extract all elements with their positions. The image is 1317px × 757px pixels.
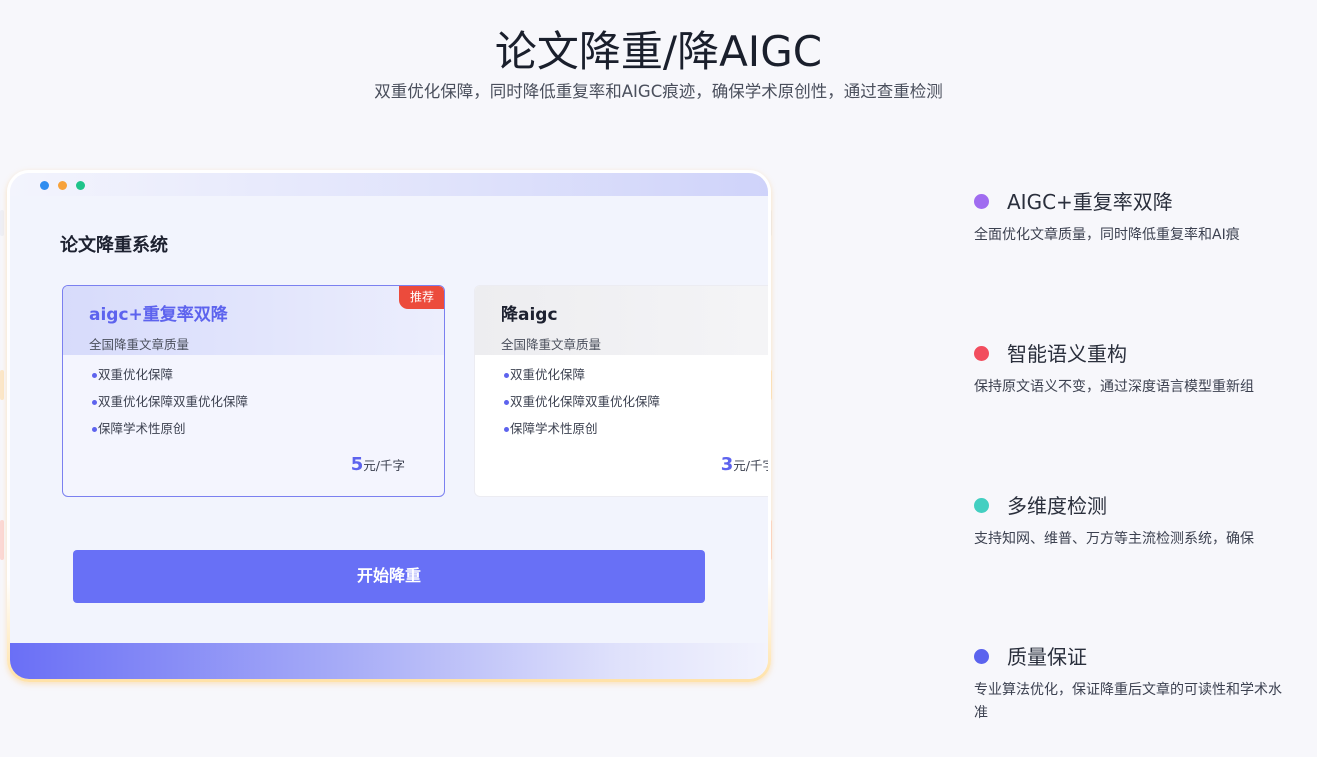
feature-item-semantic: 智能语义重构 保持原文语义不变，通过深度语言模型重新组 xyxy=(974,338,1294,418)
feature-desc: 支持知网、维普、万方等主流检测系统，确保 xyxy=(974,531,1254,547)
feature-title: 质量保证 xyxy=(1007,645,1087,669)
plan-feature-item: 双重优化保障双重优化保障 xyxy=(504,393,768,420)
feature-item-detection: 多维度检测 支持知网、维普、万方等主流检测系统，确保 xyxy=(974,490,1294,570)
feature-desc: 保持原文语义不变，通过深度语言模型重新组 xyxy=(974,379,1254,395)
feature-desc: 全面优化文章质量，同时降低重复率和AI痕 xyxy=(974,227,1240,243)
plan-feature-list: 双重优化保障 双重优化保障双重优化保障 保障学术性原创 xyxy=(63,355,444,447)
plan-card-header: 降aigc 全国降重文章质量 xyxy=(475,286,768,355)
plan-feature-item: 保障学术性原创 xyxy=(504,420,768,447)
app-window-body: 论文降重系统 aigc+重复率双降 全国降重文章质量 推荐 双重优化保障 双重优… xyxy=(10,173,768,679)
price-value: 5 xyxy=(350,454,364,475)
plan-feature-item: 保障学术性原创 xyxy=(92,420,444,447)
window-dot-orange xyxy=(58,181,67,190)
feature-item-quality: 质量保证 专业算法优化，保证降重后文章的可读性和学术水准 xyxy=(974,641,1294,741)
system-title: 论文降重系统 xyxy=(60,235,168,256)
feature-title: AIGC+重复率双降 xyxy=(1007,190,1173,214)
price-unit: 元/千字 xyxy=(733,458,768,473)
plan-card-aigc[interactable]: 降aigc 全国降重文章质量 双重优化保障 双重优化保障双重优化保障 保障学术性… xyxy=(474,285,768,497)
price-unit: 元/千字 xyxy=(363,458,405,473)
plan-desc: 全国降重文章质量 xyxy=(89,337,190,352)
decor-bar xyxy=(0,210,4,236)
window-dot-green xyxy=(76,181,85,190)
plan-card-header: aigc+重复率双降 全国降重文章质量 xyxy=(63,286,444,355)
plan-card-dual[interactable]: aigc+重复率双降 全国降重文章质量 推荐 双重优化保障 双重优化保障双重优化… xyxy=(62,285,445,497)
price-value: 3 xyxy=(720,454,734,475)
window-titlebar xyxy=(10,173,768,196)
feature-bullet-icon xyxy=(974,498,989,513)
feature-desc: 专业算法优化，保证降重后文章的可读性和学术水准 xyxy=(974,682,1282,721)
plan-feature-list: 双重优化保障 双重优化保障双重优化保障 保障学术性原创 xyxy=(475,355,768,447)
window-footer-gradient xyxy=(10,643,768,679)
recommend-badge: 推荐 xyxy=(399,286,444,309)
page-title: 论文降重/降AIGC xyxy=(494,27,823,76)
plan-name: 降aigc xyxy=(501,305,558,325)
start-reduce-button[interactable]: 开始降重 xyxy=(73,550,705,603)
decor-bar xyxy=(0,370,4,400)
plan-feature-item: 双重优化保障双重优化保障 xyxy=(92,393,444,420)
feature-title: 智能语义重构 xyxy=(1007,342,1127,366)
page-subtitle: 双重优化保障，同时降低重复率和AIGC痕迹，确保学术原创性，通过查重检测 xyxy=(374,82,943,101)
window-dot-blue xyxy=(40,181,49,190)
feature-title: 多维度检测 xyxy=(1007,494,1107,518)
plan-feature-item: 双重优化保障 xyxy=(92,366,444,393)
feature-bullet-icon xyxy=(974,194,989,209)
plan-feature-item: 双重优化保障 xyxy=(504,366,768,393)
app-mockup-window: 论文降重系统 aigc+重复率双降 全国降重文章质量 推荐 双重优化保障 双重优… xyxy=(7,170,771,682)
plan-price: 5元/千字 xyxy=(351,454,405,475)
plan-name: aigc+重复率双降 xyxy=(89,305,228,325)
decor-bar xyxy=(0,520,4,560)
feature-bullet-icon xyxy=(974,346,989,361)
feature-item-dual-reduce: AIGC+重复率双降 全面优化文章质量，同时降低重复率和AI痕 xyxy=(974,186,1294,266)
feature-bullet-icon xyxy=(974,649,989,664)
plan-price: 3元/千字 xyxy=(721,454,768,475)
plan-desc: 全国降重文章质量 xyxy=(501,337,602,352)
